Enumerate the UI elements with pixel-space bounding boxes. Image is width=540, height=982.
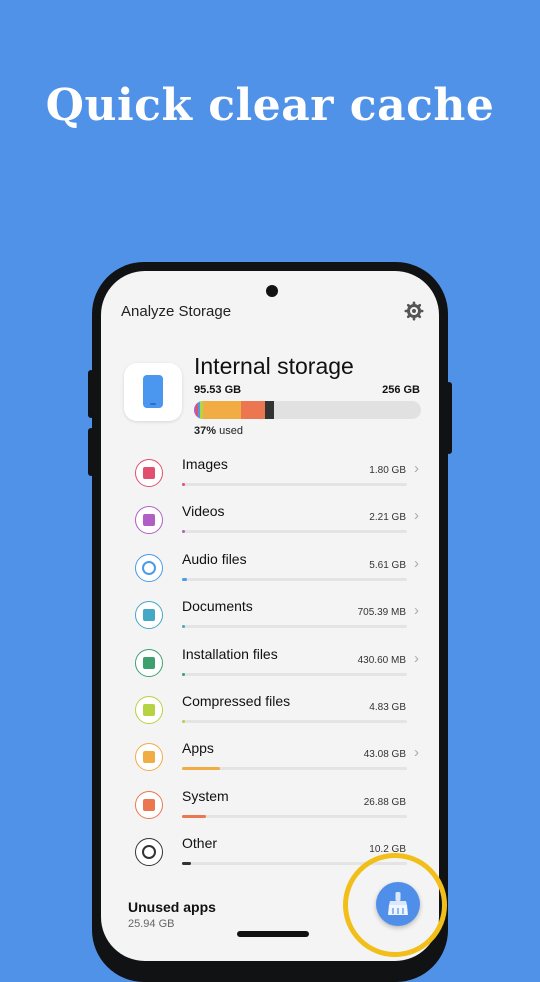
category-size: 2.21 GB xyxy=(369,512,406,524)
category-size: 43.08 GB xyxy=(363,749,406,761)
storage-percent-suffix: used xyxy=(216,425,243,437)
app-title: Analyze Storage xyxy=(121,303,232,320)
storage-used-value: 95.53 GB xyxy=(194,384,242,396)
headphones-icon xyxy=(135,553,163,582)
chevron-right-icon[interactable]: › xyxy=(414,602,419,619)
category-usage-track xyxy=(182,814,407,818)
category-name: Other xyxy=(182,835,218,852)
storage-bar-segment xyxy=(241,401,266,419)
archive-icon xyxy=(135,696,163,724)
android-icon xyxy=(135,648,163,677)
category-usage-track xyxy=(182,483,407,486)
chevron-right-icon[interactable]: › xyxy=(414,650,419,667)
unused-apps-title[interactable]: Unused apps xyxy=(128,899,216,915)
category-usage-fill xyxy=(182,862,191,866)
category-usage-fill xyxy=(182,814,206,818)
category-usage-track xyxy=(182,720,407,723)
category-usage-fill xyxy=(182,577,187,581)
apps-icon xyxy=(135,743,163,772)
category-usage-track xyxy=(182,530,407,534)
chevron-right-icon[interactable]: › xyxy=(414,555,419,572)
category-row-videos[interactable]: Videos 2.21 GB › xyxy=(101,494,439,541)
highlight-ring xyxy=(343,853,447,957)
system-icon xyxy=(135,790,163,819)
category-name: System xyxy=(182,787,229,804)
category-name: Installation files xyxy=(182,645,278,662)
category-usage-fill xyxy=(182,483,185,486)
category-usage-fill xyxy=(182,530,185,534)
category-row-images[interactable]: Images 1.80 GB › xyxy=(101,447,439,494)
chevron-right-icon[interactable]: › xyxy=(414,744,419,761)
category-row-documents[interactable]: Documents 705.39 MB › xyxy=(101,589,439,636)
category-usage-fill xyxy=(182,767,220,771)
category-usage-fill xyxy=(182,625,185,629)
category-usage-track xyxy=(182,625,407,629)
unused-apps-size: 25.94 GB xyxy=(128,918,175,930)
category-name: Images xyxy=(182,456,228,472)
category-row-installation-files[interactable]: Installation files 430.60 MB › xyxy=(101,637,439,684)
category-usage-track xyxy=(182,767,407,771)
settings-gear-icon[interactable] xyxy=(404,301,424,321)
category-usage-track xyxy=(182,672,407,676)
category-name: Videos xyxy=(182,503,225,520)
storage-bar-segment xyxy=(265,401,275,419)
document-icon xyxy=(135,601,163,630)
device-phone-icon xyxy=(124,363,182,421)
category-name: Audio files xyxy=(182,550,247,567)
category-row-audio-files[interactable]: Audio files 5.61 GB › xyxy=(101,542,439,589)
home-indicator xyxy=(237,931,309,937)
video-icon xyxy=(135,506,163,535)
category-row-system: System 26.88 GB xyxy=(101,779,439,826)
storage-title: Internal storage xyxy=(194,353,354,379)
settings-icon xyxy=(135,838,163,867)
category-name: Apps xyxy=(182,740,214,757)
category-size: 430.60 MB xyxy=(357,654,406,666)
category-usage-fill xyxy=(182,672,185,676)
category-name: Compressed files xyxy=(182,693,291,709)
category-name: Documents xyxy=(182,598,253,615)
category-usage-fill xyxy=(182,720,185,723)
image-icon xyxy=(135,459,163,487)
category-size: 5.61 GB xyxy=(369,559,406,571)
category-size: 705.39 MB xyxy=(357,607,406,619)
storage-total-value: 256 GB xyxy=(382,384,420,396)
category-size: 26.88 GB xyxy=(363,796,406,808)
category-size: 4.83 GB xyxy=(369,702,406,713)
front-camera xyxy=(266,285,278,297)
headline: Quick clear cache xyxy=(45,80,495,131)
chevron-right-icon[interactable]: › xyxy=(414,460,419,477)
storage-percent-value: 37% xyxy=(194,425,217,437)
category-row-apps[interactable]: Apps 43.08 GB › xyxy=(101,731,439,778)
category-size: 1.80 GB xyxy=(369,465,406,476)
category-row-compressed-files: Compressed files 4.83 GB xyxy=(101,684,439,731)
category-usage-track xyxy=(182,577,407,581)
storage-percent-used: 37% used xyxy=(194,425,243,437)
storage-bar-segment xyxy=(203,401,242,419)
storage-usage-bar xyxy=(194,401,421,419)
chevron-right-icon[interactable]: › xyxy=(414,507,419,524)
